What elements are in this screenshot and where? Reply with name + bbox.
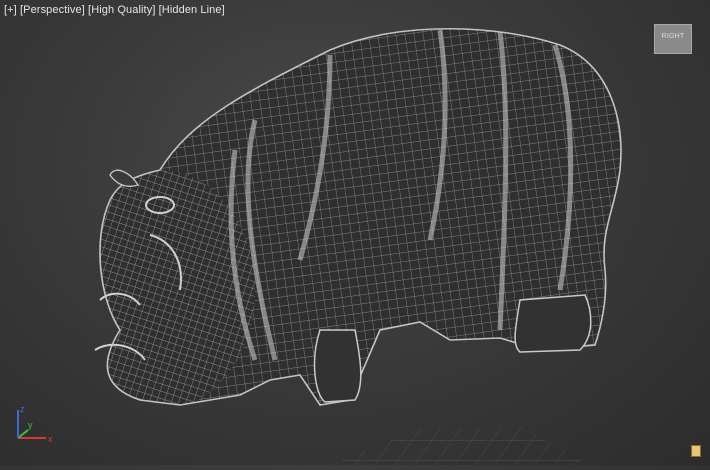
rear-leg (514, 294, 592, 353)
front-leg (313, 329, 362, 403)
hippo-mesh (94, 27, 622, 465)
viewport-quality-menu[interactable]: [High Quality] (88, 4, 155, 16)
perspective-viewport[interactable]: [+] [Perspective] [High Quality] [Hidden… (0, 0, 710, 465)
viewport-general-menu[interactable]: [+] (4, 4, 17, 16)
axis-tripod: x y z (17, 404, 53, 444)
axis-x-label: x (48, 434, 53, 444)
viewport-label-menu: [+] [Perspective] [High Quality] [Hidden… (4, 4, 225, 16)
viewcube[interactable]: RIGHT (654, 24, 692, 54)
ground-grid (330, 426, 590, 465)
key-icon[interactable] (691, 445, 701, 457)
axis-y-label: y (28, 420, 33, 430)
viewcube-face-label: RIGHT (661, 33, 685, 40)
hippo-ear (109, 169, 140, 187)
axis-z-label: z (20, 404, 25, 414)
axis-y-line (17, 429, 29, 439)
viewport-shading-menu[interactable]: [Hidden Line] (159, 4, 225, 16)
viewport-view-menu[interactable]: [Perspective] (20, 4, 85, 16)
